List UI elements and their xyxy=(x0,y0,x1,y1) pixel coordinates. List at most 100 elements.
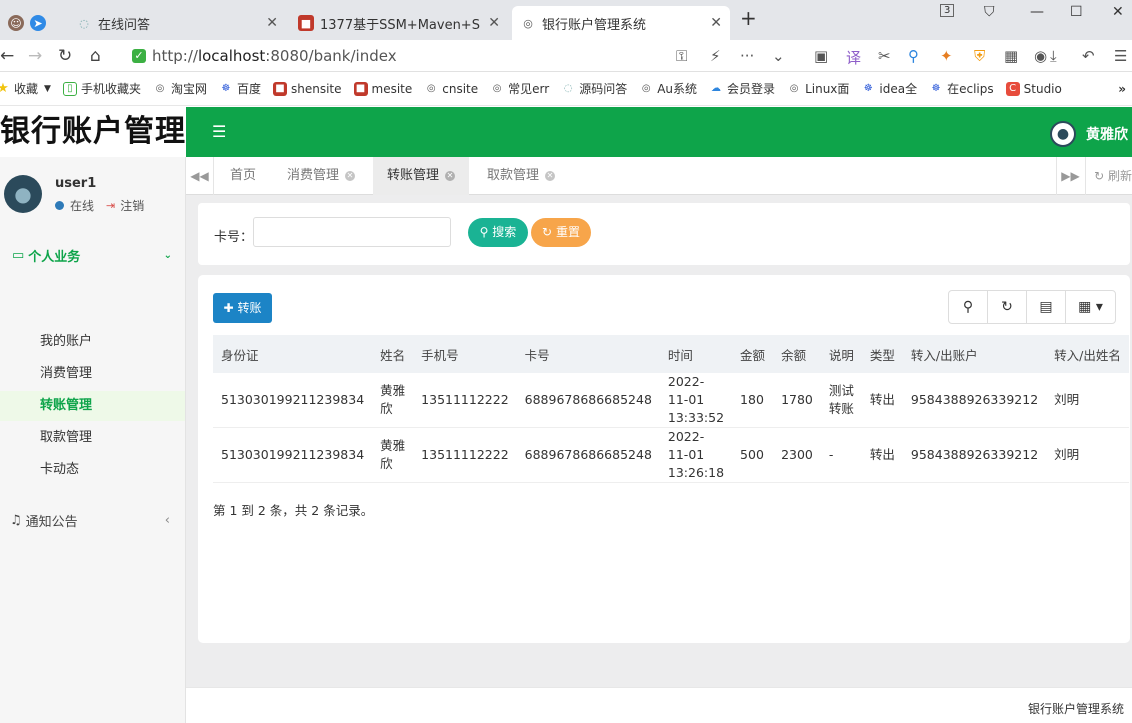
bookmark-item[interactable]: ◎ 常见err xyxy=(490,80,549,97)
menu-group-notice[interactable]: ♫ 通知公告 ‹ xyxy=(10,511,170,530)
apps-grid-icon[interactable]: ▦ xyxy=(1004,47,1018,65)
site-favicon-icon: ■ xyxy=(298,15,314,31)
sidebar-item-card-activity[interactable]: 卡动态 xyxy=(0,455,185,485)
bookmark-item[interactable]: ◎ Linux面 xyxy=(787,80,850,97)
col-header[interactable]: 手机号 xyxy=(413,335,517,373)
sidebar-item-withdraw[interactable]: 取款管理 xyxy=(0,423,185,453)
col-header[interactable]: 身份证 xyxy=(213,335,373,373)
tab-home[interactable]: 首页 xyxy=(216,157,270,195)
url-field[interactable]: ✓ http://localhost:8080/bank/index xyxy=(124,43,804,69)
tab-transfer[interactable]: 转账管理 ✕ xyxy=(373,157,470,195)
close-icon[interactable]: ✕ xyxy=(445,170,456,181)
menu-icon[interactable]: ☰ xyxy=(1114,47,1127,65)
tabs-scroll-left-icon[interactable]: ◀◀ xyxy=(186,157,214,195)
bookmark-item[interactable]: ■ shensite xyxy=(272,81,342,96)
close-icon[interactable]: ✕ xyxy=(345,170,356,181)
table-refresh-icon[interactable]: ↻ xyxy=(988,291,1027,323)
chevron-down-icon[interactable]: ⌄ xyxy=(772,47,785,65)
bookmark-item[interactable]: ◌ 源码问答 xyxy=(561,80,627,97)
shirt-icon[interactable]: ⛉ xyxy=(984,4,995,20)
search-icon[interactable]: ⚲ xyxy=(908,47,919,65)
browser-tab-3-active[interactable]: ◎ 银行账户管理系统 ✕ xyxy=(512,6,730,40)
bookmark-item[interactable]: ◎ 淘宝网 xyxy=(153,80,207,97)
table-row[interactable]: 513030199211239834 黄雅欣 13511112222 68896… xyxy=(213,373,1129,428)
sidebar-item-transfer[interactable]: 转账管理 xyxy=(0,391,185,421)
hamburger-menu-icon[interactable]: ☰ xyxy=(212,122,226,141)
logout-icon[interactable]: ⇥ xyxy=(106,199,115,212)
download-icon[interactable]: ⤓ xyxy=(1050,47,1057,65)
window-close-icon[interactable]: ✕ xyxy=(1112,4,1124,20)
menu-group-personal[interactable]: ▭ 个人业务 ⌄ xyxy=(12,246,172,265)
bookmark-item[interactable]: ▯ 手机收藏夹 xyxy=(62,80,141,97)
col-header[interactable]: 类型 xyxy=(861,335,903,373)
game-icon[interactable]: ✦ xyxy=(940,47,953,65)
forward-icon[interactable]: → xyxy=(28,46,42,66)
bookmark-item[interactable]: ◎ Au系统 xyxy=(639,80,697,97)
col-header[interactable]: 时间 xyxy=(659,335,733,373)
more-bookmarks-icon[interactable]: » xyxy=(1118,82,1126,96)
close-icon[interactable]: ✕ xyxy=(488,15,500,31)
sidebar-item-consumption[interactable]: 消费管理 xyxy=(0,359,185,389)
col-header[interactable]: 转入/出账户 xyxy=(902,335,1047,373)
close-icon[interactable]: ✕ xyxy=(710,15,722,31)
transfer-button[interactable]: ✚ 转账 xyxy=(213,293,272,323)
table-search-icon[interactable]: ⚲ xyxy=(949,291,988,323)
undo-icon[interactable]: ↶ xyxy=(1082,47,1095,65)
col-header[interactable]: 卡号 xyxy=(516,335,660,373)
bookmark-item[interactable]: ★ 收藏 ▼ xyxy=(0,80,51,97)
shield-badge-icon[interactable]: ⛨ xyxy=(974,47,985,65)
bell-icon: ♫ xyxy=(10,513,22,528)
minimize-icon[interactable]: — xyxy=(1030,4,1044,20)
col-header[interactable]: 姓名 xyxy=(372,335,414,373)
tabs-scroll-right-icon[interactable]: ▶▶ xyxy=(1056,157,1084,195)
reload-icon[interactable]: ↻ xyxy=(58,46,72,66)
reader-icon[interactable]: ▣ xyxy=(814,47,828,65)
avatar-icon[interactable]: ◉ xyxy=(1034,47,1047,65)
maximize-icon[interactable]: ☐ xyxy=(1070,4,1083,20)
bookmark-item[interactable]: C Studio xyxy=(1005,81,1062,96)
col-header[interactable]: 余额 xyxy=(773,335,821,373)
table-row[interactable]: 513030199211239834 黄雅欣 13511112222 68896… xyxy=(213,427,1129,483)
browser-profile-tab[interactable]: ☺ ➤ xyxy=(0,6,60,40)
refresh-label: 刷新 xyxy=(1107,169,1132,183)
lightning-icon[interactable]: ⚡ xyxy=(710,47,721,65)
cell-note: 测试转账 xyxy=(820,373,862,428)
bookmark-label: 手机收藏夹 xyxy=(80,82,141,96)
tab-consumption[interactable]: 消费管理 ✕ xyxy=(273,157,369,195)
chevron-left-icon: ‹ xyxy=(164,513,170,528)
tab-count-badge[interactable]: 3 xyxy=(940,4,955,17)
bookmark-item[interactable]: ◎ cnsite xyxy=(424,82,478,96)
plus-icon: ✚ xyxy=(223,301,234,315)
bookmark-item[interactable]: ■ mesite xyxy=(353,81,412,96)
new-tab-button[interactable]: + xyxy=(740,6,757,30)
reset-button[interactable]: ↻ 重置 xyxy=(531,218,591,247)
key-icon[interactable]: ⚿ xyxy=(676,47,687,65)
col-header[interactable]: 转入/出姓名 xyxy=(1046,335,1129,373)
card-number-input[interactable] xyxy=(253,217,451,247)
close-icon[interactable]: ✕ xyxy=(266,15,278,31)
sidebar-item-my-account[interactable]: 我的账户 xyxy=(0,327,185,357)
scissors-icon[interactable]: ✂ xyxy=(878,47,891,65)
top-user-menu[interactable]: ● 黄雅欣 xyxy=(1050,121,1128,147)
table-toggle-view-icon[interactable]: ▤ xyxy=(1027,291,1066,323)
search-button[interactable]: ⚲ 搜索 xyxy=(468,218,528,247)
cell-target-name: 刘明 xyxy=(1046,373,1129,428)
tab-withdraw[interactable]: 取款管理 ✕ xyxy=(473,157,569,195)
logout-link[interactable]: 注销 xyxy=(120,197,144,214)
refresh-tab-button[interactable]: ↻ 刷新 xyxy=(1085,157,1132,195)
col-header[interactable]: 金额 xyxy=(732,335,774,373)
translate-icon[interactable]: 译 xyxy=(846,47,861,68)
bookmark-item[interactable]: ☁ 会员登录 xyxy=(709,80,775,97)
browser-tab-2[interactable]: ■ 1377基于SSM+Maven+Shir ✕ xyxy=(290,6,508,40)
home-icon[interactable]: ⌂ xyxy=(90,46,101,66)
bookmark-item[interactable]: ☸ 百度 xyxy=(219,80,261,97)
close-icon[interactable]: ✕ xyxy=(545,170,556,181)
col-header[interactable]: 说明 xyxy=(820,335,862,373)
paw-icon: ☸ xyxy=(221,83,231,94)
columns-menu-icon[interactable]: ▦ ▾ xyxy=(1066,291,1115,323)
more-icon[interactable]: ··· xyxy=(740,47,754,65)
bookmark-item[interactable]: ☸ 在eclips xyxy=(929,80,994,97)
bookmark-item[interactable]: ☸ idea全 xyxy=(861,80,917,97)
back-icon[interactable]: ← xyxy=(0,46,14,66)
browser-tab-1[interactable]: ◌ 在线问答 ✕ xyxy=(68,6,286,40)
